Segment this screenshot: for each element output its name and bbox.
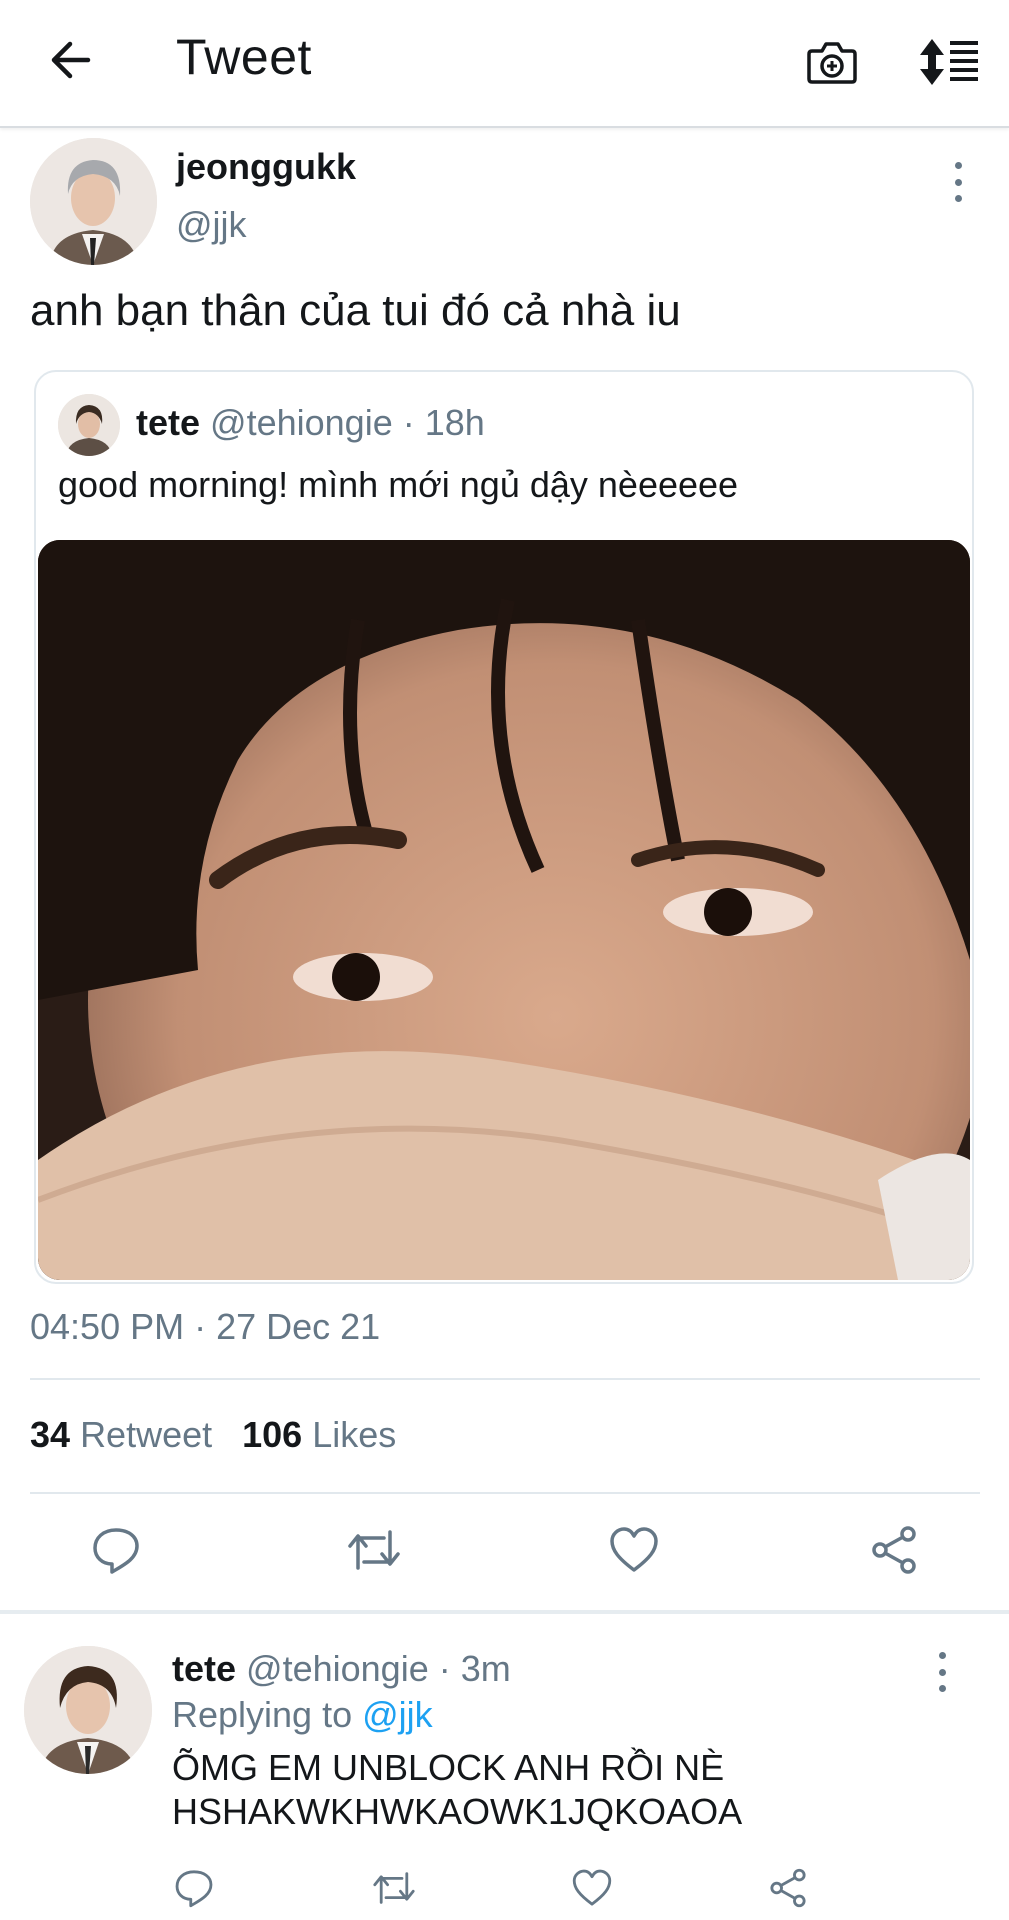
author-avatar[interactable]: [30, 138, 157, 265]
author-handle[interactable]: @jjk: [176, 204, 247, 246]
reply-author-name[interactable]: tete: [172, 1648, 236, 1689]
retweet-button[interactable]: [344, 1520, 404, 1580]
like-count[interactable]: 106: [242, 1414, 302, 1455]
like-button[interactable]: [604, 1520, 664, 1580]
share-icon: [770, 1868, 806, 1908]
reply-share-button[interactable]: [762, 1862, 814, 1914]
tweet-stats: 34 Retweet 106 Likes: [30, 1414, 396, 1456]
page-title: Tweet: [176, 29, 312, 85]
author-name[interactable]: jeonggukk: [176, 146, 356, 188]
like-icon: [572, 1869, 612, 1906]
reply-retweet-button[interactable]: [368, 1862, 420, 1914]
reply-author-avatar[interactable]: [24, 1646, 152, 1774]
retweet-count[interactable]: 34: [30, 1414, 70, 1455]
reply-header: tete @tehiongie · 3m: [172, 1648, 511, 1690]
reply-handle-time: @tehiongie · 3m: [246, 1648, 511, 1689]
divider: [30, 1492, 980, 1494]
arrow-left-icon: [51, 41, 91, 79]
reply-more-options-button[interactable]: [930, 1652, 954, 1692]
replying-mention[interactable]: @jjk: [362, 1694, 433, 1735]
dot: [954, 178, 962, 186]
reply-like-button[interactable]: [566, 1862, 618, 1914]
quoted-photo[interactable]: [38, 540, 970, 1280]
tweet-timestamp: 04:50 PM · 27 Dec 21: [30, 1306, 381, 1347]
reply-button[interactable]: [86, 1520, 146, 1580]
reply-text: ÕMG EM UNBLOCK ANH RỒI NÈ HSHAKWKHWKAOWK…: [172, 1747, 743, 1832]
quoted-header: tete @tehiongie · 18h: [136, 402, 485, 444]
camera-button[interactable]: [800, 30, 864, 94]
quoted-handle-time: @tehiongie · 18h: [210, 402, 485, 443]
reply-icon: [93, 1528, 139, 1574]
retweet-icon: [373, 1872, 415, 1904]
replying-to: Replying to @jjk: [172, 1694, 433, 1736]
share-button[interactable]: [864, 1520, 924, 1580]
divider: [30, 1378, 980, 1380]
quoted-name: tete: [136, 402, 201, 443]
like-icon: [610, 1527, 658, 1572]
top-app-bar: Tweet: [0, 0, 1009, 128]
quoted-avatar: [58, 394, 120, 456]
share-icon: [872, 1526, 916, 1574]
like-label[interactable]: Likes: [312, 1414, 396, 1455]
quoted-tweet[interactable]: tete @tehiongie · 18h good morning! mình…: [34, 370, 974, 1284]
dot: [938, 1652, 946, 1659]
sort-icon: [920, 39, 978, 85]
retweet-label[interactable]: Retweet: [80, 1414, 212, 1455]
sort-button[interactable]: [914, 30, 984, 94]
replying-label: Replying to: [172, 1694, 353, 1735]
dot: [938, 1685, 946, 1692]
back-button[interactable]: [40, 30, 100, 90]
more-options-button[interactable]: [946, 162, 970, 202]
dot: [954, 162, 962, 169]
camera-icon: [807, 42, 857, 84]
dot: [954, 195, 962, 202]
quoted-text: good morning! mình mới ngủ dậy nèeeeee: [58, 464, 739, 505]
retweet-icon: [348, 1530, 400, 1570]
reply-reply-button[interactable]: [168, 1862, 220, 1914]
tweet-actions: [0, 1520, 1009, 1588]
reply-actions: [0, 1858, 1009, 1920]
dot: [938, 1668, 946, 1676]
tweet-text: anh bạn thân của tui đó cả nhà iu: [30, 286, 681, 335]
section-separator: [0, 1610, 1009, 1614]
reply-icon: [175, 1870, 213, 1908]
